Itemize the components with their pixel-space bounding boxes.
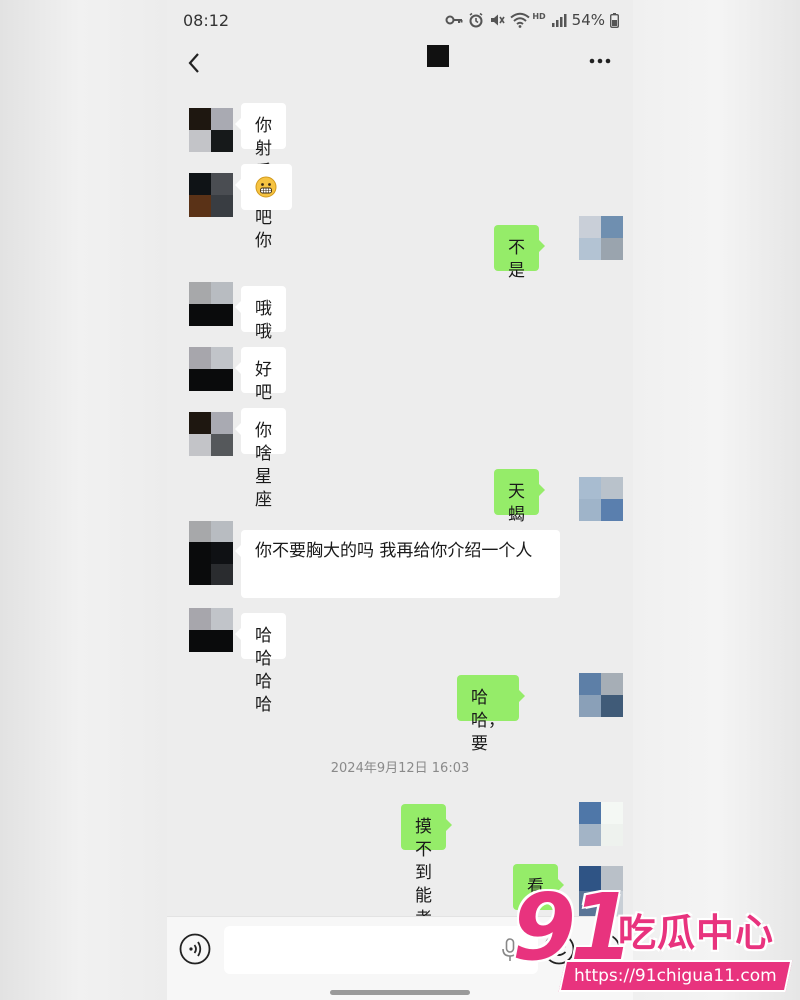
avatar-blurred[interactable] bbox=[189, 282, 233, 326]
battery-percent: 54% bbox=[571, 11, 605, 29]
avatar-self[interactable] bbox=[579, 673, 623, 717]
avatar-blurred[interactable] bbox=[189, 173, 233, 217]
wifi-icon bbox=[510, 12, 530, 28]
message-bubble[interactable]: 摸不到能考也行 bbox=[401, 804, 452, 975]
status-time: 08:12 bbox=[183, 11, 230, 30]
avatar-self[interactable] bbox=[579, 216, 623, 260]
battery-icon bbox=[610, 12, 619, 28]
message-bubble[interactable]: 天蝎 bbox=[494, 469, 545, 525]
message-bubble[interactable]: 哈哈哈哈 bbox=[235, 613, 286, 715]
phone-screen: 08:12 HD 54% 你射 吧你 不是 哦哦 好吧 你啥星座 天蝎 你不要胸… bbox=[167, 0, 633, 1000]
message-bubble[interactable]: 你射手座吧你 bbox=[235, 103, 286, 251]
home-indicator bbox=[330, 990, 470, 995]
avatar-blurred[interactable] bbox=[189, 108, 233, 152]
status-icons: HD 54% bbox=[445, 10, 619, 30]
chevron-left-icon bbox=[188, 53, 199, 73]
hd-label: HD bbox=[532, 12, 546, 21]
more-options-button[interactable] bbox=[585, 50, 615, 72]
avatar-blurred[interactable] bbox=[189, 347, 233, 391]
chat-nav-bar bbox=[167, 42, 633, 84]
avatar-blurred[interactable] bbox=[189, 608, 233, 652]
avatar-self[interactable] bbox=[579, 802, 623, 846]
avatar-blurred[interactable] bbox=[189, 412, 233, 456]
chat-title-redacted bbox=[427, 45, 449, 67]
mute-icon bbox=[489, 12, 505, 28]
message-bubble-emoji[interactable] bbox=[235, 164, 292, 210]
key-icon bbox=[445, 14, 463, 26]
back-button[interactable] bbox=[181, 48, 211, 78]
watermark-logo: 91 吃瓜中心 https://91chigua11.com bbox=[500, 878, 800, 1000]
message-bubble[interactable]: 好吧 bbox=[235, 347, 286, 403]
status-bar: 08:12 HD 54% bbox=[167, 0, 633, 42]
message-text-input[interactable] bbox=[224, 926, 538, 974]
avatar-blurred[interactable] bbox=[189, 521, 233, 585]
grimace-emoji-icon bbox=[255, 176, 277, 198]
alarm-icon bbox=[468, 12, 484, 28]
voice-icon bbox=[179, 933, 211, 965]
watermark-url-text: https://91chigua11.com bbox=[574, 966, 777, 986]
signal-icon bbox=[551, 13, 567, 27]
more-dots-icon bbox=[589, 58, 611, 64]
avatar-self[interactable] bbox=[579, 477, 623, 521]
watermark-url: https://91chigua11.com bbox=[558, 960, 793, 992]
voice-toggle-button[interactable] bbox=[179, 933, 211, 965]
message-bubble[interactable]: 哈哈，要 bbox=[457, 675, 525, 754]
chat-timestamp: 2024年9月12日 16:03 bbox=[330, 761, 470, 776]
message-bubble[interactable]: 你不要胸大的吗 我再给你介绍一个人 bbox=[235, 530, 560, 598]
watermark-name: 吃瓜中心 bbox=[618, 911, 775, 955]
message-bubble[interactable]: 哦哦 bbox=[235, 286, 286, 342]
message-bubble[interactable]: 不是 bbox=[494, 225, 545, 281]
message-bubble[interactable]: 你啥星座 bbox=[235, 408, 286, 510]
